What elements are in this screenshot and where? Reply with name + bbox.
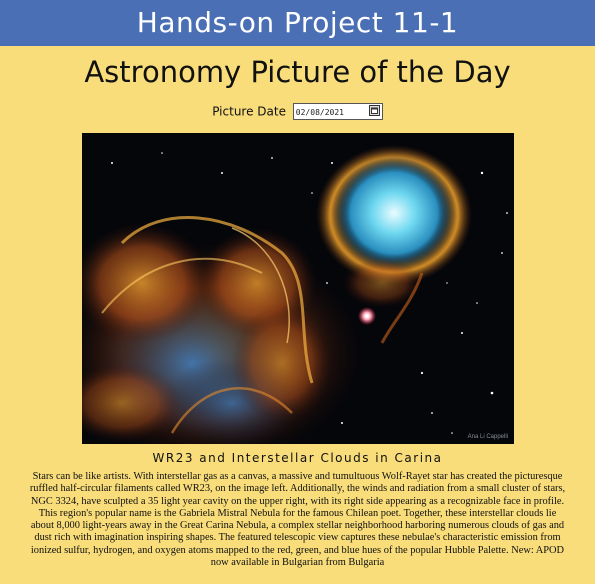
banner-title: Hands-on Project 11-1 [136,6,459,39]
picture-date-input[interactable]: 02/08/2021 [292,103,383,120]
picture-date-row: Picture Date 02/08/2021 [0,103,595,120]
project-banner: Hands-on Project 11-1 [0,0,595,46]
picture-date-value: 02/08/2021 [295,108,344,117]
image-credit: Ana Li Cappelli [468,434,508,440]
calendar-icon[interactable] [368,105,380,116]
picture-caption: WR23 and Interstellar Clouds in Carina [152,451,443,465]
page-title: Astronomy Picture of the Day [84,55,511,89]
astronomy-picture: Ana Li Cappelli [82,133,514,444]
picture-date-label: Picture Date [212,104,286,119]
nebula-image: Ana Li Cappelli [82,133,514,444]
picture-description: Stars can be like artists. With interste… [29,471,566,569]
